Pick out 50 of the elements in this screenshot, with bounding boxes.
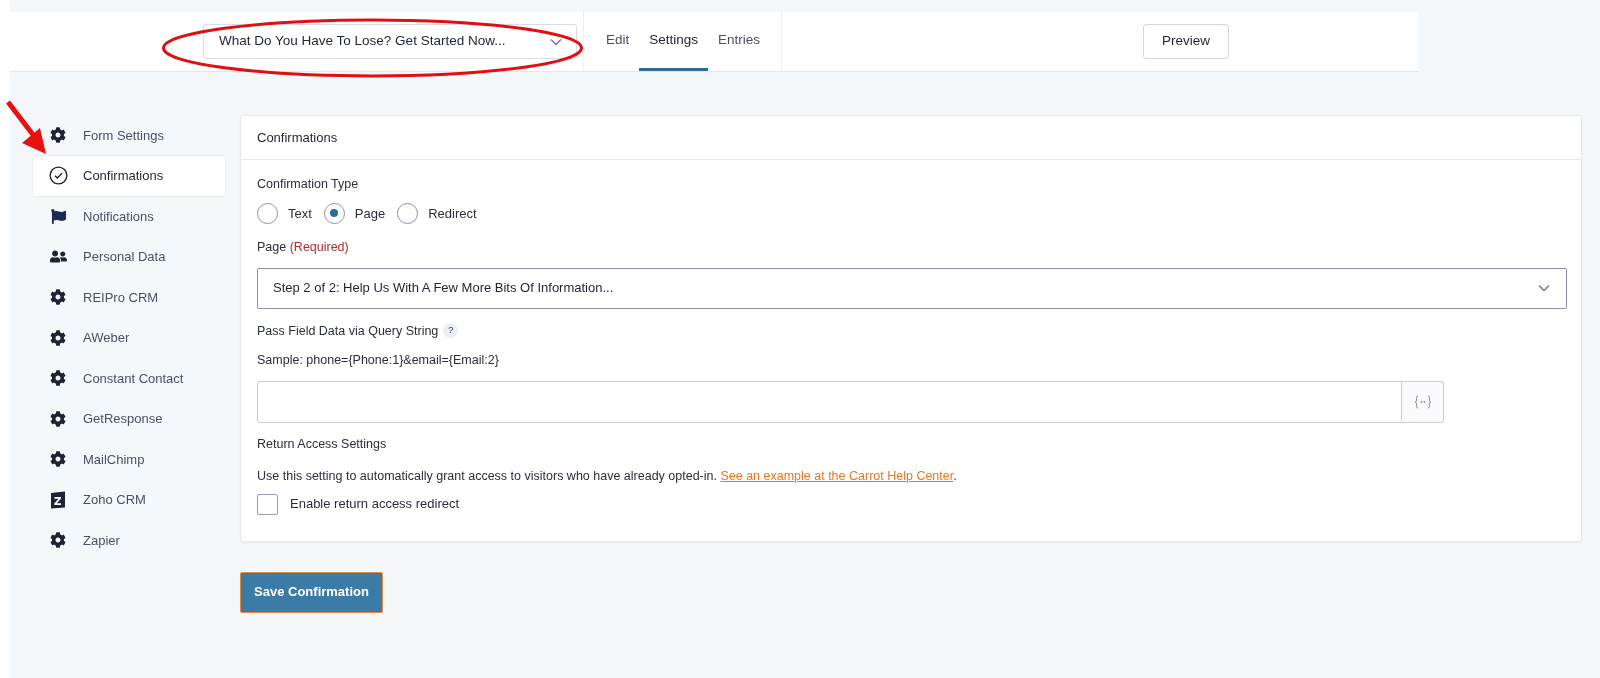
- gear-icon: [50, 532, 66, 549]
- section-heading: Return Access Settings: [257, 436, 388, 453]
- merge-tag-button[interactable]: [1402, 381, 1444, 423]
- save-confirmation-button[interactable]: Save Confirmation: [240, 571, 383, 613]
- sidebar-item[interactable]: Constant Contact: [48, 358, 225, 399]
- sample-text: Sample: phone={Phone:1}&email={Email:2}: [257, 352, 500, 370]
- field-label: Pass Field Data via Query String: [257, 322, 439, 340]
- checkbox-label: Enable return access redirect: [290, 495, 460, 514]
- sidebar-item[interactable]: REIPro CRM: [48, 277, 225, 318]
- gear-icon: [50, 410, 66, 427]
- radio-label: Page: [354, 204, 386, 223]
- description-text: Use this setting to automatically grant access to visitors who have already opted-in. See an example at the Carrot Help Center.: [257, 467, 958, 485]
- sidebar-item[interactable]: Zapier: [48, 520, 225, 561]
- flag-icon: [50, 208, 66, 224]
- sidebar-item[interactable]: Notifications: [48, 196, 225, 237]
- gear-icon: [50, 127, 66, 144]
- check-circle-icon: [48, 166, 68, 186]
- sidebar-item[interactable]: MailChimp: [48, 439, 225, 480]
- gear-icon: [50, 329, 66, 346]
- sidebar-item[interactable]: Personal Data: [48, 236, 225, 277]
- sidebar-item[interactable]: Form Settings: [48, 115, 225, 156]
- field-label: Page (Required): [257, 238, 350, 256]
- tab[interactable]: Entries: [708, 12, 771, 71]
- radio-button[interactable]: [397, 202, 419, 224]
- radio-button[interactable]: [323, 202, 345, 224]
- tab[interactable]: Edit: [596, 12, 640, 71]
- form-select[interactable]: What Do You Have To Lose? Get Started Now...: [203, 24, 577, 59]
- sidebar-item[interactable]: AWeber: [48, 317, 225, 358]
- gear-icon: [50, 451, 66, 468]
- annotation-arrow: [5, 100, 47, 155]
- radio-label: Text: [288, 204, 312, 223]
- chevron-down-icon: [550, 37, 562, 46]
- query-string-input[interactable]: [257, 381, 1402, 423]
- help-badge[interactable]: ?: [443, 323, 459, 339]
- field-label: Confirmation Type: [257, 176, 360, 193]
- braces-icon: [1413, 395, 1432, 409]
- radio-button[interactable]: [257, 202, 278, 224]
- sidebar-item[interactable]: GetResponse: [48, 398, 225, 439]
- gear-icon: [50, 289, 66, 306]
- sidebar-item[interactable]: Confirmations: [33, 155, 225, 196]
- page-select[interactable]: Step 2 of 2: Help Us With A Few More Bits Of Information...: [257, 267, 1567, 309]
- tab[interactable]: Settings: [639, 12, 709, 71]
- preview-button[interactable]: Preview: [1143, 24, 1229, 59]
- z-logo-icon: [50, 490, 66, 509]
- radio-label: Redirect: [428, 204, 477, 223]
- gear-icon: [50, 370, 66, 387]
- sidebar-item[interactable]: Zoho CRM: [48, 479, 225, 520]
- chevron-down-icon: [1538, 284, 1550, 292]
- checkbox[interactable]: [257, 493, 278, 515]
- panel-title: Confirmations: [257, 128, 338, 147]
